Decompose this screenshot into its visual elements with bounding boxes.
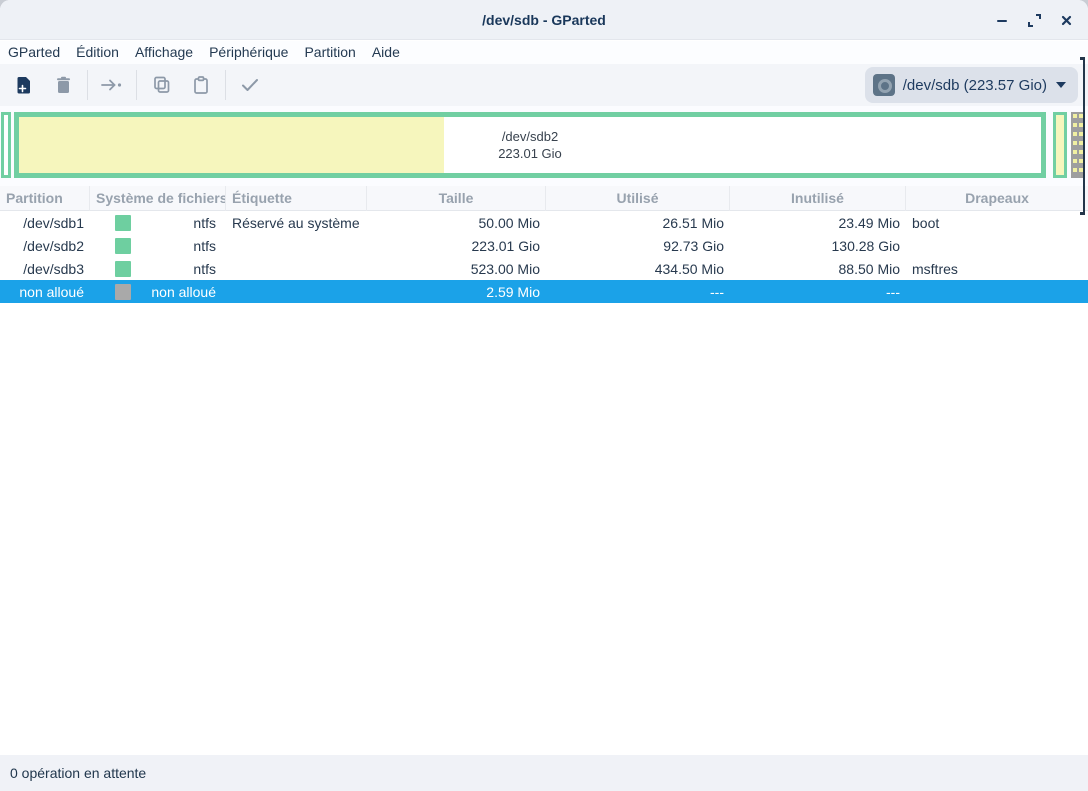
new-partition-button[interactable] (14, 76, 32, 94)
checkmark-icon (241, 78, 259, 92)
menubar: GParted Édition Affichage Périphérique P… (0, 41, 1088, 64)
close-button[interactable] (1050, 4, 1082, 36)
copy-button[interactable] (152, 76, 170, 94)
filesystem-cell: ntfs (90, 234, 226, 257)
scrollbar[interactable] (1083, 57, 1085, 215)
maximize-button[interactable] (1018, 4, 1050, 36)
filesystem-color-swatch (115, 261, 131, 277)
filesystem-color-swatch (115, 238, 131, 254)
menu-gparted[interactable]: GParted (0, 41, 68, 64)
pending-operations-text: 0 opération en attente (10, 765, 146, 781)
disk-visual: /dev/sdb2 223.01 Gio (0, 106, 1088, 186)
segment-size: 223.01 Gio (14, 145, 1046, 162)
column-header-partition: Partition (0, 186, 90, 211)
filesystem-cell: ntfs (90, 211, 226, 234)
delete-partition-button[interactable] (54, 76, 72, 94)
partition-name: /dev/sdb3 (0, 261, 90, 277)
partition-used: 92.73 Gio (546, 238, 730, 254)
visual-segment-label: /dev/sdb2 223.01 Gio (14, 128, 1046, 162)
device-selector-label: /dev/sdb (223.57 Gio) (903, 77, 1047, 94)
filesystem-color-swatch (115, 215, 131, 231)
menu-affichage[interactable]: Affichage (127, 41, 201, 64)
partition-unused: 23.49 Mio (730, 215, 906, 231)
resize-move-icon (100, 78, 124, 92)
hard-drive-icon (873, 74, 895, 96)
partition-name: non alloué (0, 284, 90, 300)
partition-size: 223.01 Gio (367, 238, 546, 254)
column-header-unused: Inutilisé (730, 186, 906, 211)
window-controls (986, 0, 1082, 40)
partition-used: --- (546, 284, 730, 300)
apply-operations-button[interactable] (241, 76, 259, 94)
trash-icon (55, 76, 72, 94)
window-title: /dev/sdb - GParted (0, 0, 1088, 40)
column-header-filesystem: Système de fichiers (90, 186, 226, 211)
minimize-button[interactable] (986, 4, 1018, 36)
partition-used: 434.50 Mio (546, 261, 730, 277)
filesystem-name: ntfs (131, 238, 216, 254)
menu-aide[interactable]: Aide (364, 41, 408, 64)
partition-unused: 88.50 Mio (730, 261, 906, 277)
visual-segment-sdb1[interactable] (1, 112, 11, 178)
toolbar: /dev/sdb (223.57 Gio) (0, 64, 1088, 106)
toolbar-separator (225, 70, 226, 100)
partition-table-header: Partition Système de fichiers Étiquette … (0, 186, 1088, 211)
resize-move-button[interactable] (103, 76, 121, 94)
table-row-sdb3[interactable]: /dev/sdb3 ntfs 523.00 Mio 434.50 Mio 88.… (0, 257, 1088, 280)
column-header-size: Taille (367, 186, 546, 211)
partition-name: /dev/sdb2 (0, 238, 90, 254)
partition-unused: 130.28 Gio (730, 238, 906, 254)
filesystem-name: ntfs (131, 261, 216, 277)
partition-table-body: /dev/sdb1 ntfs Réservé au système 50.00 … (0, 211, 1088, 303)
partition-size: 50.00 Mio (367, 215, 546, 231)
device-selector[interactable]: /dev/sdb (223.57 Gio) (865, 67, 1078, 103)
partition-label: Réservé au système (226, 215, 367, 231)
column-header-flags: Drapeaux (906, 186, 1088, 211)
partition-name: /dev/sdb1 (0, 215, 90, 231)
partition-flags: boot (906, 215, 1088, 231)
partition-unused: --- (730, 284, 906, 300)
visual-segment-sdb3[interactable] (1053, 112, 1067, 178)
filesystem-cell: ntfs (90, 257, 226, 280)
segment-device-name: /dev/sdb2 (14, 128, 1046, 145)
paste-button[interactable] (192, 76, 210, 94)
toolbar-separator (87, 70, 88, 100)
chevron-down-icon (1056, 82, 1066, 88)
selection-dash (1073, 114, 1077, 176)
partition-used: 26.51 Mio (546, 215, 730, 231)
menu-peripherique[interactable]: Périphérique (201, 41, 296, 64)
menu-partition[interactable]: Partition (296, 41, 363, 64)
table-row-sdb2[interactable]: /dev/sdb2 ntfs 223.01 Gio 92.73 Gio 130.… (0, 234, 1088, 257)
table-row-unallocated[interactable]: non alloué non alloué 2.59 Mio --- --- (0, 280, 1088, 303)
filesystem-name: non alloué (131, 284, 216, 300)
gparted-window: /dev/sdb - GParted GParted Édition Affic… (0, 0, 1088, 791)
copy-icon (153, 76, 170, 94)
column-header-label: Étiquette (226, 186, 367, 211)
filesystem-cell: non alloué (90, 280, 226, 303)
filesystem-name: ntfs (131, 215, 216, 231)
new-partition-icon (15, 76, 32, 94)
column-header-used: Utilisé (546, 186, 730, 211)
partition-flags: msftres (906, 261, 1088, 277)
filesystem-color-swatch (115, 284, 131, 300)
partition-size: 523.00 Mio (367, 261, 546, 277)
table-row-sdb1[interactable]: /dev/sdb1 ntfs Réservé au système 50.00 … (0, 211, 1088, 234)
partition-size: 2.59 Mio (367, 284, 546, 300)
statusbar: 0 opération en attente (0, 755, 1088, 791)
titlebar: /dev/sdb - GParted (0, 0, 1088, 40)
paste-icon (193, 76, 209, 94)
toolbar-separator (136, 70, 137, 100)
menu-edition[interactable]: Édition (68, 41, 127, 64)
